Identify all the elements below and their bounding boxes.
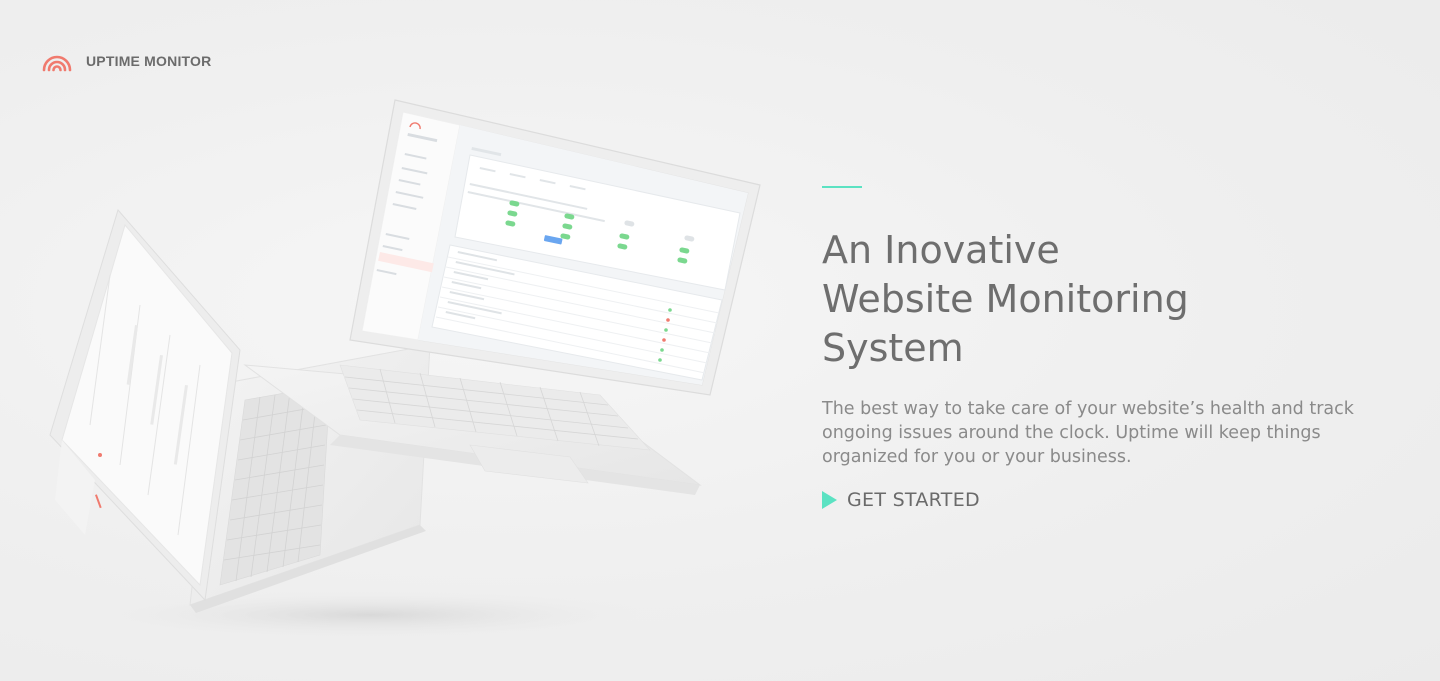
hero-title: An Inovative Website Monitoring System [822,226,1402,373]
hero-description: The best way to take care of your websit… [822,399,1354,467]
accent-divider [822,186,862,188]
landing-page: UPTIME MONITOR An Inovative Website Moni… [0,0,1440,681]
rainbow-arcs-logo-icon [42,55,72,72]
hero-title-line-3: System [822,326,964,370]
laptops-illustration [40,95,780,655]
laptops-mockup [49,99,761,641]
hero-section: An Inovative Website Monitoring System T… [822,186,1402,514]
hero-title-line-2: Website Monitoring [822,277,1189,321]
brand[interactable]: UPTIME MONITOR [42,50,211,72]
get-started-button[interactable]: GET STARTED [822,489,980,511]
brand-name: UPTIME MONITOR [86,53,212,69]
play-triangle-icon [822,491,837,509]
get-started-label: GET STARTED [847,489,980,511]
hero-title-line-1: An Inovative [822,228,1060,272]
